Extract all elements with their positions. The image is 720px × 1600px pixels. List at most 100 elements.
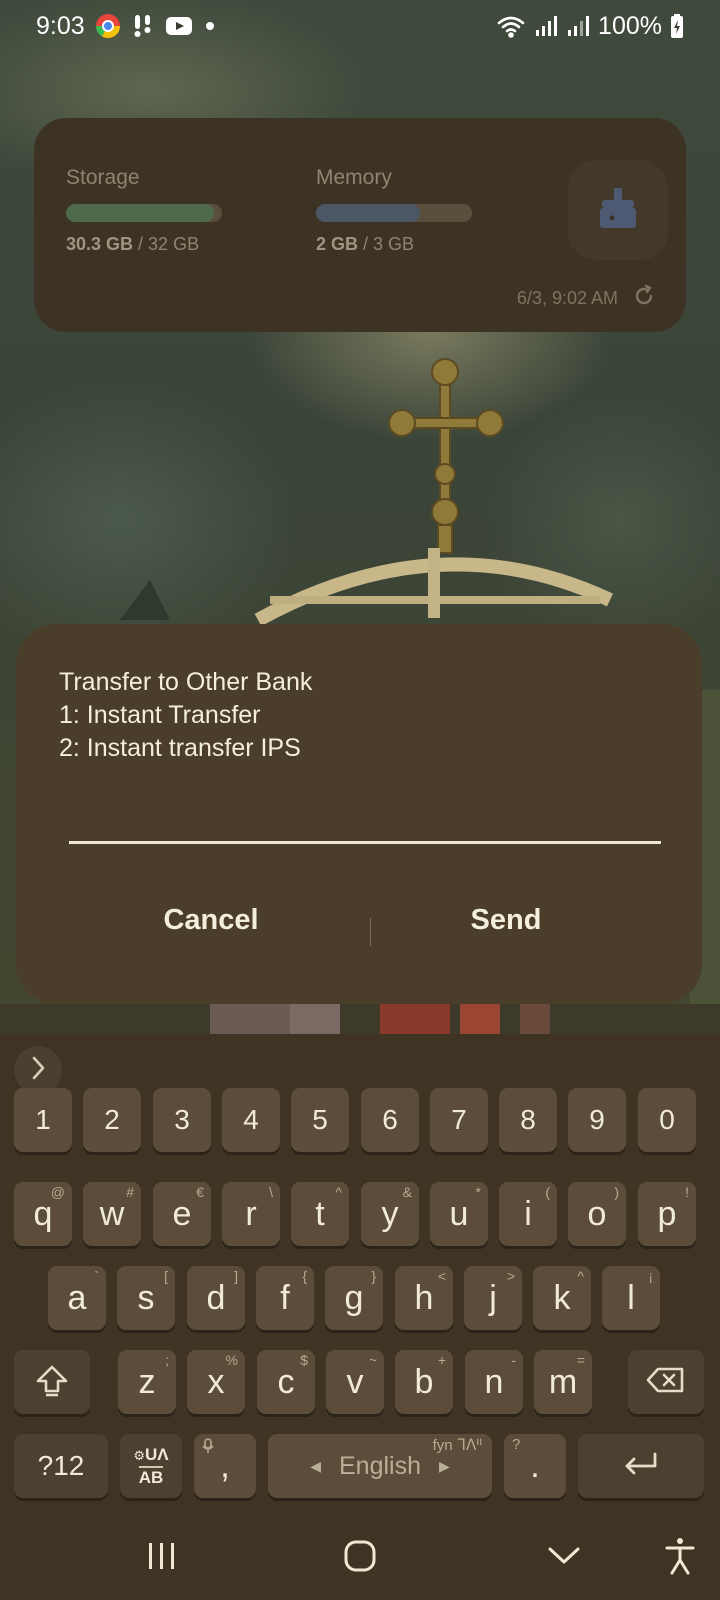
key[interactable]: -n: [465, 1350, 523, 1414]
key-label: 8: [520, 1104, 536, 1135]
key[interactable]: % x: [187, 1350, 245, 1414]
key[interactable]: } g: [325, 1266, 383, 1330]
home-icon: [343, 1539, 377, 1578]
storage-label: Storage: [66, 166, 140, 189]
key-label: l: [627, 1278, 635, 1317]
key[interactable]: * u: [430, 1182, 488, 1246]
key-label: p: [657, 1194, 677, 1233]
memory-section: Memory 2 GB / 3 GB: [316, 166, 472, 255]
ussd-message-line: 1: Instant Transfer: [59, 701, 261, 729]
key[interactable]: > j: [464, 1266, 522, 1330]
key[interactable]: ) o: [568, 1182, 626, 1246]
accessibility-button[interactable]: [648, 1534, 712, 1582]
key-label: x: [207, 1362, 225, 1401]
key[interactable]: 2: [83, 1088, 141, 1152]
key[interactable]: 3: [153, 1088, 211, 1152]
enter-icon: [621, 1450, 661, 1483]
key[interactable]: 1: [14, 1088, 72, 1152]
symbols-key[interactable]: ?12: [14, 1434, 108, 1498]
key-label: 2: [104, 1104, 120, 1135]
key[interactable]: ` a: [48, 1266, 106, 1330]
soft-keyboard: ?12 ⚙UΛ AB , fyn ᒣᐱᐦ ◀ English ▶ ? . 1 2 3…: [0, 1034, 720, 1516]
key[interactable]: $ c: [257, 1350, 315, 1414]
key[interactable]: {f: [256, 1266, 314, 1330]
key-label: 6: [382, 1104, 398, 1135]
key-label: v: [346, 1362, 364, 1401]
status-bar: 9:03 100%: [0, 0, 720, 52]
key[interactable]: 7: [430, 1088, 488, 1152]
key-label: e: [172, 1194, 192, 1233]
ussd-reply-input[interactable]: [69, 784, 661, 844]
key-label: g: [344, 1278, 364, 1317]
key-label: t: [315, 1194, 325, 1233]
shift-key[interactable]: [14, 1350, 90, 1414]
language-switch-key[interactable]: ⚙UΛ AB: [120, 1434, 182, 1498]
key[interactable]: ; z: [118, 1350, 176, 1414]
space-key[interactable]: fyn ᒣᐱᐦ ◀ English ▶: [268, 1434, 492, 1498]
cancel-button[interactable]: Cancel: [61, 890, 361, 950]
key[interactable]: ! p: [638, 1182, 696, 1246]
storage-progress-fill: [66, 204, 214, 222]
key[interactable]: 5: [291, 1088, 349, 1152]
device-care-widget[interactable]: Storage 30.3 GB / 32 GB Memory 2 GB / 3 …: [34, 118, 686, 332]
key[interactable]: € e: [153, 1182, 211, 1246]
key-sublabel: (: [545, 1184, 550, 1200]
key[interactable]: & y: [361, 1182, 419, 1246]
key[interactable]: (i: [499, 1182, 557, 1246]
key[interactable]: ^ t: [291, 1182, 349, 1246]
key-label: 5: [312, 1104, 328, 1135]
gear-icon: ⚙: [133, 1447, 146, 1463]
key[interactable]: # w: [83, 1182, 141, 1246]
usb-debug-icon: [131, 13, 155, 39]
key[interactable]: + b: [395, 1350, 453, 1414]
youtube-icon: [165, 15, 193, 37]
send-button[interactable]: Send: [356, 890, 656, 950]
key-label: h: [414, 1278, 434, 1317]
battery-charging-icon: [670, 13, 684, 39]
symbols-key-label: ?12: [37, 1450, 85, 1481]
enter-key[interactable]: [578, 1434, 704, 1498]
memory-value: 2 GB / 3 GB: [316, 234, 472, 255]
backspace-key[interactable]: [628, 1350, 704, 1414]
key[interactable]: [s: [117, 1266, 175, 1330]
key-label: 4: [243, 1104, 259, 1135]
key-sublabel: %: [225, 1352, 238, 1368]
key-sublabel: @: [50, 1184, 65, 1200]
key-sublabel: ^: [577, 1268, 584, 1284]
key[interactable]: 9: [568, 1088, 626, 1152]
clean-button[interactable]: [568, 160, 668, 260]
period-key-label: .: [530, 1446, 540, 1485]
accessibility-icon: [664, 1536, 696, 1581]
period-key[interactable]: ? .: [504, 1434, 566, 1498]
key-label: c: [277, 1362, 295, 1401]
key[interactable]: = m: [534, 1350, 592, 1414]
refresh-icon[interactable]: [632, 284, 656, 313]
comma-key[interactable]: ,: [194, 1434, 256, 1498]
key[interactable]: 6: [361, 1088, 419, 1152]
home-button[interactable]: [328, 1534, 392, 1582]
key[interactable]: 0: [638, 1088, 696, 1152]
key-sublabel: \: [269, 1184, 273, 1200]
key-sublabel: >: [506, 1268, 515, 1284]
storage-section: Storage 30.3 GB / 32 GB: [66, 166, 222, 255]
key-label: 0: [659, 1104, 675, 1135]
key[interactable]: ¡ l: [602, 1266, 660, 1330]
shift-icon: [34, 1363, 70, 1402]
key[interactable]: ~ v: [326, 1350, 384, 1414]
keyboard-toolbar-expand-button[interactable]: [14, 1046, 62, 1094]
key[interactable]: @ q: [14, 1182, 72, 1246]
hide-keyboard-button[interactable]: [532, 1534, 596, 1582]
key-sublabel: <: [437, 1268, 446, 1284]
key[interactable]: 8: [499, 1088, 557, 1152]
key[interactable]: ^ k: [533, 1266, 591, 1330]
key[interactable]: < h: [395, 1266, 453, 1330]
key[interactable]: ] d: [187, 1266, 245, 1330]
key[interactable]: 4: [222, 1088, 280, 1152]
key-label: d: [206, 1278, 226, 1317]
recent-apps-button[interactable]: [130, 1534, 194, 1582]
key-sublabel: €: [196, 1184, 204, 1200]
navigation-bar: [0, 1516, 720, 1600]
battery-percent: 100%: [598, 11, 662, 40]
key[interactable]: \ r: [222, 1182, 280, 1246]
key-sublabel: ^: [335, 1184, 342, 1200]
